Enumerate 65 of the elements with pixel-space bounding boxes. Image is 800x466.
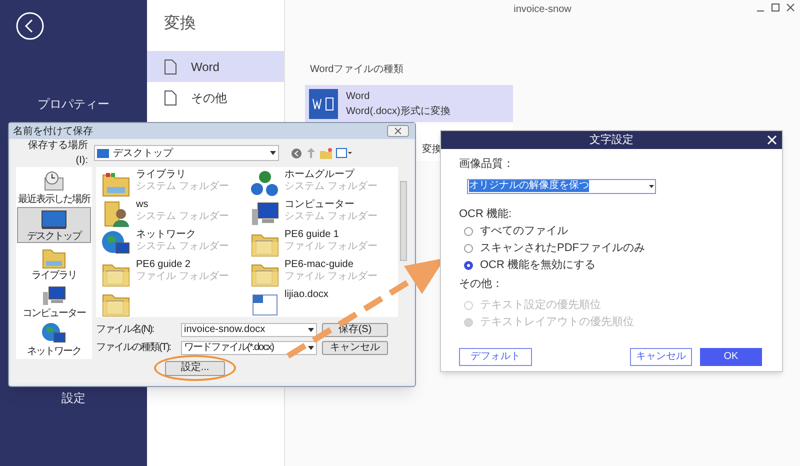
sidebar-item[interactable]: プロパティー (38, 95, 110, 113)
document-icon (164, 90, 177, 106)
window-title: invoice-snow (514, 2, 572, 16)
homegroup-icon (250, 169, 280, 199)
file-item[interactable]: PE6 guide 2 ファイル フォルダー (101, 259, 250, 287)
location-dropdown[interactable]: デスクトップ (94, 145, 279, 161)
caret-icon (649, 184, 654, 188)
sidebar-item[interactable]: 設定 (62, 389, 86, 407)
close-icon[interactable] (786, 3, 795, 12)
globe-computer-icon (41, 322, 67, 346)
file-item[interactable]: ws システム フォルダー (101, 199, 250, 227)
file-item[interactable]: コンピューター システム フォルダー (250, 199, 398, 227)
place-item[interactable]: コンピューター (17, 283, 91, 319)
desktop-icon (97, 148, 109, 158)
dialog-button[interactable]: キャンセル (630, 348, 692, 366)
section-heading: 変換 (164, 14, 197, 34)
file-item[interactable]: PE6-mac-guide ファイル フォルダー (250, 259, 398, 287)
option-card[interactable]: Word Word(.docx)形式に変換 (305, 85, 513, 122)
caret-icon (308, 328, 314, 332)
dialog-button[interactable]: OK (700, 348, 762, 366)
back-icon[interactable] (14, 11, 44, 41)
radio-label: テキスト設定の優先順位 (480, 298, 601, 313)
place-item[interactable]: デスクトップ (17, 207, 91, 243)
caret-icon (308, 346, 314, 350)
radio-label: OCR 機能を無効にする (480, 258, 596, 274)
file-item[interactable]: ホームグループ システム フォルダー (250, 169, 398, 197)
file-item[interactable]: lijiao.docx (250, 289, 398, 317)
radio-button[interactable] (464, 227, 473, 236)
field-label: 保存する場所(I): (27, 138, 88, 168)
computer-icon (41, 284, 67, 308)
field-label: ファイル名(N): (96, 323, 155, 337)
new-folder-icon[interactable] (320, 148, 332, 158)
field-label: 画像品質： (459, 157, 515, 172)
word-icon (309, 88, 338, 118)
cancel-button[interactable]: キャンセル (322, 340, 388, 354)
filename-field[interactable]: invoice-snow.docx (181, 322, 317, 336)
option-title: Word (346, 90, 371, 104)
section-heading: Wordファイルの種類 (310, 62, 405, 77)
section-label: その他： (459, 277, 504, 292)
radio-button[interactable] (464, 261, 473, 270)
desktop-icon (40, 208, 68, 230)
field-label: ファイルの種類(T): (96, 340, 172, 355)
section-label: OCR 機能: (459, 206, 513, 222)
maximize-icon[interactable] (771, 3, 780, 12)
view-menu-icon[interactable] (336, 148, 352, 158)
radio-button[interactable] (464, 244, 473, 253)
option-subtitle: Word(.docx)形式に変換 (346, 104, 450, 118)
file-item[interactable]: ネットワーク システム フォルダー (101, 229, 250, 257)
dialog-title: 名前を付けて保存 (13, 124, 93, 138)
place-item[interactable]: ライブラリ (17, 245, 91, 281)
dialog-title: 文字設定 (590, 132, 634, 148)
radio-label: テキストレイアウトの優先順位 (480, 314, 634, 330)
dialog-button[interactable]: デフォルト (459, 348, 532, 366)
quality-dropdown[interactable]: オリジナルの解像度を保つ (467, 178, 656, 194)
radio-label: スキャンされたPDFファイルのみ (480, 241, 645, 256)
place-item[interactable]: ネットワーク (17, 321, 91, 357)
place-item[interactable]: 最近表示した場所 (17, 169, 91, 205)
format-item[interactable]: Word (147, 51, 284, 82)
filetype-dropdown[interactable]: ワードファイル(*.docx) (181, 340, 317, 354)
caret-icon (270, 151, 276, 155)
radio-label: すべてのファイル (480, 224, 568, 240)
file-item[interactable]: PE6 guide 1 ファイル フォルダー (250, 229, 398, 257)
document-icon (164, 58, 177, 74)
settings-button[interactable]: 設定... (165, 360, 225, 376)
file-item[interactable]: ライブラリ システム フォルダー (101, 169, 250, 197)
